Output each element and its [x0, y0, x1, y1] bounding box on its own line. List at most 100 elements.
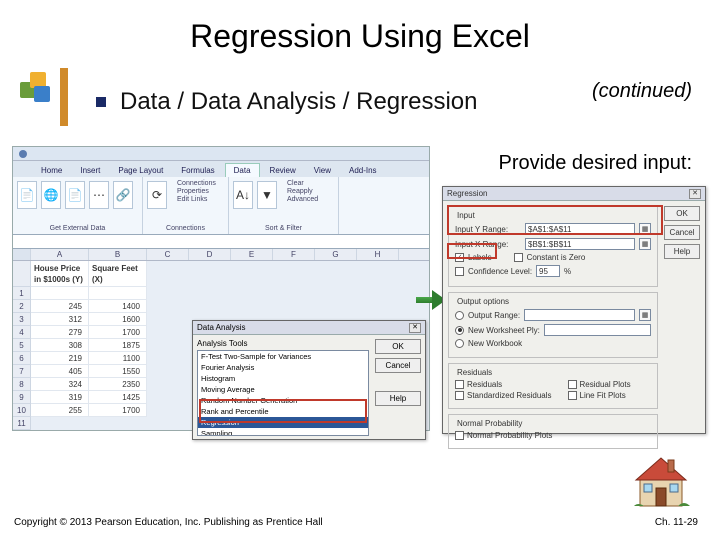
from-access-icon[interactable]: 📄: [17, 181, 37, 209]
output-range-input[interactable]: [524, 309, 635, 321]
tab-home[interactable]: Home: [33, 164, 70, 177]
excel-titlebar: [13, 147, 429, 161]
cell[interactable]: 1875: [89, 339, 147, 352]
cancel-button[interactable]: Cancel: [375, 358, 421, 373]
col-e[interactable]: E: [231, 249, 273, 260]
tab-insert[interactable]: Insert: [72, 164, 108, 177]
labels-chk-label: Labels: [468, 253, 492, 262]
breadcrumb: Data / Data Analysis / Regression: [120, 88, 478, 116]
col-g[interactable]: G: [315, 249, 357, 260]
accent-bar: [60, 68, 68, 126]
col-h[interactable]: H: [357, 249, 399, 260]
help-button[interactable]: Help: [375, 391, 421, 406]
cell[interactable]: 1550: [89, 365, 147, 378]
advanced-item[interactable]: Advanced: [287, 196, 318, 203]
tab-view[interactable]: View: [306, 164, 339, 177]
pct-label: %: [564, 267, 571, 276]
from-web-icon[interactable]: 🌐: [41, 181, 61, 209]
filter-icon[interactable]: ▼: [257, 181, 277, 209]
analysis-tool-item[interactable]: Moving Average: [198, 384, 368, 395]
tab-data[interactable]: Data: [225, 163, 260, 177]
analysis-tool-item[interactable]: Sampling: [198, 428, 368, 436]
cell[interactable]: 219: [31, 352, 89, 365]
new-worksheet-input[interactable]: [544, 324, 651, 336]
range-picker-icon[interactable]: ▦: [639, 238, 651, 250]
col-d[interactable]: D: [189, 249, 231, 260]
connections-item[interactable]: Connections: [177, 180, 216, 187]
close-icon[interactable]: ✕: [689, 189, 701, 199]
tab-formulas[interactable]: Formulas: [173, 164, 222, 177]
group-external-label: Get External Data: [13, 225, 142, 234]
cell[interactable]: 308: [31, 339, 89, 352]
reapply-item[interactable]: Reapply: [287, 188, 318, 195]
residuals-checkbox[interactable]: [455, 380, 464, 389]
col-corner[interactable]: [13, 249, 31, 260]
range-picker-icon[interactable]: ▦: [639, 223, 651, 235]
close-icon[interactable]: ✕: [409, 323, 421, 333]
cell[interactable]: 255: [31, 404, 89, 417]
analysis-tool-item[interactable]: Histogram: [198, 373, 368, 384]
cell[interactable]: 405: [31, 365, 89, 378]
new-worksheet-radio[interactable]: [455, 326, 464, 335]
tab-pagelayout[interactable]: Page Layout: [110, 164, 171, 177]
from-text-icon[interactable]: 📄: [65, 181, 85, 209]
x-range-input[interactable]: $B$1:$B$11: [525, 238, 635, 250]
analysis-tool-item[interactable]: Random Number Generation: [198, 395, 368, 406]
constant-zero-checkbox[interactable]: [514, 253, 523, 262]
cell[interactable]: 245: [31, 300, 89, 313]
ribbon-tabs: Home Insert Page Layout Formulas Data Re…: [13, 161, 429, 177]
x-range-label: Input X Range:: [455, 240, 521, 249]
cancel-button[interactable]: Cancel: [664, 225, 700, 240]
clear-item[interactable]: Clear: [287, 180, 318, 187]
col-c[interactable]: C: [147, 249, 189, 260]
y-range-input[interactable]: $A$1:$A$11: [525, 223, 635, 235]
analysis-tool-item[interactable]: F-Test Two-Sample for Variances: [198, 351, 368, 362]
tab-review[interactable]: Review: [262, 164, 304, 177]
col-f[interactable]: F: [273, 249, 315, 260]
existing-conn-icon[interactable]: 🔗: [113, 181, 133, 209]
tab-addins[interactable]: Add-Ins: [341, 164, 385, 177]
cell[interactable]: 2350: [89, 378, 147, 391]
editlinks-item[interactable]: Edit Links: [177, 196, 216, 203]
cell[interactable]: 319: [31, 391, 89, 404]
cell[interactable]: 312: [31, 313, 89, 326]
from-other-icon[interactable]: ⋯: [89, 181, 109, 209]
office-orb-icon[interactable]: [19, 150, 27, 158]
confidence-input[interactable]: 95: [536, 265, 560, 277]
properties-item[interactable]: Properties: [177, 188, 216, 195]
cell[interactable]: 1400: [89, 300, 147, 313]
confidence-label: Confidence Level:: [468, 267, 532, 276]
line-fit-plots-checkbox[interactable]: [568, 391, 577, 400]
analysis-tool-item[interactable]: Regression: [198, 417, 368, 428]
formula-bar[interactable]: [13, 235, 429, 249]
output-range-radio[interactable]: [455, 311, 464, 320]
header-price[interactable]: House Price in $1000s (Y): [31, 261, 89, 287]
continued-label: (continued): [592, 80, 692, 103]
col-b[interactable]: B: [89, 249, 147, 260]
cell[interactable]: 1700: [89, 404, 147, 417]
labels-checkbox[interactable]: ✓: [455, 253, 464, 262]
analysis-tools-list[interactable]: F-Test Two-Sample for VariancesFourier A…: [197, 350, 369, 436]
analysis-tool-item[interactable]: Rank and Percentile: [198, 406, 368, 417]
analysis-tool-item[interactable]: Fourier Analysis: [198, 362, 368, 373]
cell[interactable]: 279: [31, 326, 89, 339]
ok-button[interactable]: OK: [664, 206, 700, 221]
header-sqft[interactable]: Square Feet (X): [89, 261, 147, 287]
refresh-all-icon[interactable]: ⟳: [147, 181, 167, 209]
confidence-checkbox[interactable]: [455, 267, 464, 276]
range-picker-icon[interactable]: ▦: [639, 309, 651, 321]
new-workbook-radio[interactable]: [455, 339, 464, 348]
cell[interactable]: 1100: [89, 352, 147, 365]
cell[interactable]: 1700: [89, 326, 147, 339]
residual-plots-checkbox[interactable]: [568, 380, 577, 389]
ok-button[interactable]: OK: [375, 339, 421, 354]
cell[interactable]: 1600: [89, 313, 147, 326]
col-a[interactable]: A: [31, 249, 89, 260]
help-button[interactable]: Help: [664, 244, 700, 259]
sort-icon[interactable]: A↓: [233, 181, 253, 209]
std-residuals-checkbox[interactable]: [455, 391, 464, 400]
cell[interactable]: 324: [31, 378, 89, 391]
cell[interactable]: 1425: [89, 391, 147, 404]
normal-plots-checkbox[interactable]: [455, 431, 464, 440]
new-worksheet-label: New Worksheet Ply:: [468, 326, 540, 335]
